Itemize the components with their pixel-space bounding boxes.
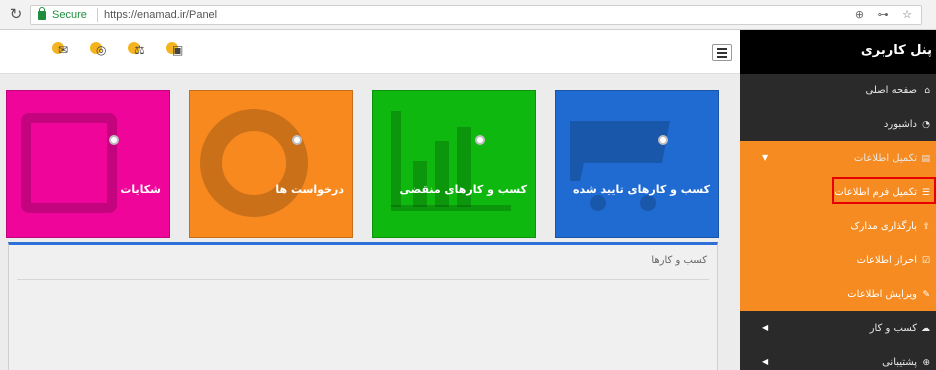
caret-down-icon: ▼ [762,153,769,162]
scales-alert-icon[interactable]: ⚖ [128,40,148,58]
edit-icon: ✎ [922,290,930,300]
tile-complaints[interactable]: شکایات [6,90,170,238]
sidebar-item-label: بارگذاری مدارک [850,221,917,232]
url-text[interactable]: https://enamad.ir/Panel [104,9,217,21]
url-separator [97,8,98,22]
highlight-box [832,177,936,204]
sidebar-item-label: احراز اطلاعات [856,255,917,266]
sidebar-item-label: صفحه اصلی [865,85,917,96]
tile-label: درخواست ها [275,183,344,196]
sidebar-item-complete-info[interactable]: ▼ تکمیل اطلاعات ▤ [740,142,936,176]
panel-title: کسب و کارها [651,255,707,266]
sidebar-item-home[interactable]: صفحه اصلی ⌂ [740,74,936,108]
sidebar-item-edit-info[interactable]: ویرایش اطلاعات ✎ [740,278,936,312]
home-icon: ⌂ [924,86,930,96]
tile-requests[interactable]: درخواست ها [189,90,353,238]
sidebar-item-support[interactable]: ◀ پشتیبانی ⊕ [740,346,936,370]
sidebar-item-dashboard[interactable]: داشبورد ◔ [740,108,936,142]
sidebar-title: پنل کاربری [740,30,936,74]
globe-icon: ⊕ [922,358,930,368]
sidebar-item-label: تکمیل اطلاعات [854,153,917,164]
upload-icon: ⇪ [922,222,930,232]
tile-indicator [292,135,302,145]
dashboard-icon: ◔ [922,120,930,130]
caret-left-icon: ◀ [762,323,769,332]
panel-divider [17,279,709,280]
tile-indicator [109,135,119,145]
address-bar-icons[interactable]: ⊕ ⊶ ☆ [855,8,917,21]
menu-toggle-button[interactable] [712,44,732,61]
sidebar-item-label: پشتیبانی [882,357,917,368]
lock-icon [38,7,46,20]
lifebuoy-alert-icon[interactable]: ◎ [90,40,110,58]
browser-chrome: ↻ Secure https://enamad.ir/Panel ⊕ ⊶ ☆ [0,0,936,30]
sidebar-item-business[interactable]: ◀ کسب و کار ☁ [740,312,936,346]
cart-icon [570,121,670,181]
top-toolbar: ✉ ◎ ⚖ ▣ [0,30,740,74]
secure-label: Secure [52,9,87,21]
caret-left-icon: ◀ [762,357,769,366]
form-icon: ▤ [921,154,930,164]
sidebar-item-label: داشبورد [883,119,917,130]
tile-approved-businesses[interactable]: کسب و کارهای تایید شده [555,90,719,238]
calendar-alert-icon[interactable]: ▣ [166,40,186,58]
sidebar-item-label: کسب و کار [869,323,917,334]
tile-expired-businesses[interactable]: کسب و کارهای منقضی [372,90,536,238]
tile-label: شکایات [120,183,161,196]
businesses-panel: کسب و کارها [8,242,718,370]
tile-label: کسب و کارهای منقضی [399,183,527,196]
reload-icon[interactable]: ↻ [8,6,24,22]
cloud-icon: ☁ [921,324,930,334]
sidebar-item-verify-info[interactable]: احراز اطلاعات ☑ [740,244,936,278]
sidebar-item-label: ویرایش اطلاعات [847,289,917,300]
tile-indicator [658,135,668,145]
tile-label: کسب و کارهای تایید شده [573,183,710,196]
address-bar[interactable]: Secure https://enamad.ir/Panel ⊕ ⊶ ☆ [30,5,922,25]
check-icon: ☑ [921,256,930,266]
tile-indicator [475,135,485,145]
envelope-alert-icon[interactable]: ✉ [52,40,72,58]
sidebar-item-upload-docs[interactable]: بارگذاری مدارک ⇪ [740,210,936,244]
